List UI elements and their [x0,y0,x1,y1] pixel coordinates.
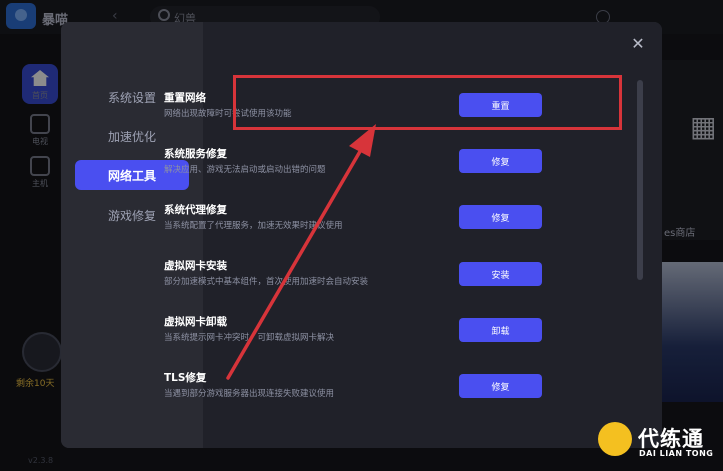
watermark: 代练通 DAI LIAN TONG [590,408,723,471]
annotation-arrow [226,124,376,380]
watermark-subtext: DAI LIAN TONG [639,449,714,458]
watermark-logo-icon [598,422,632,456]
